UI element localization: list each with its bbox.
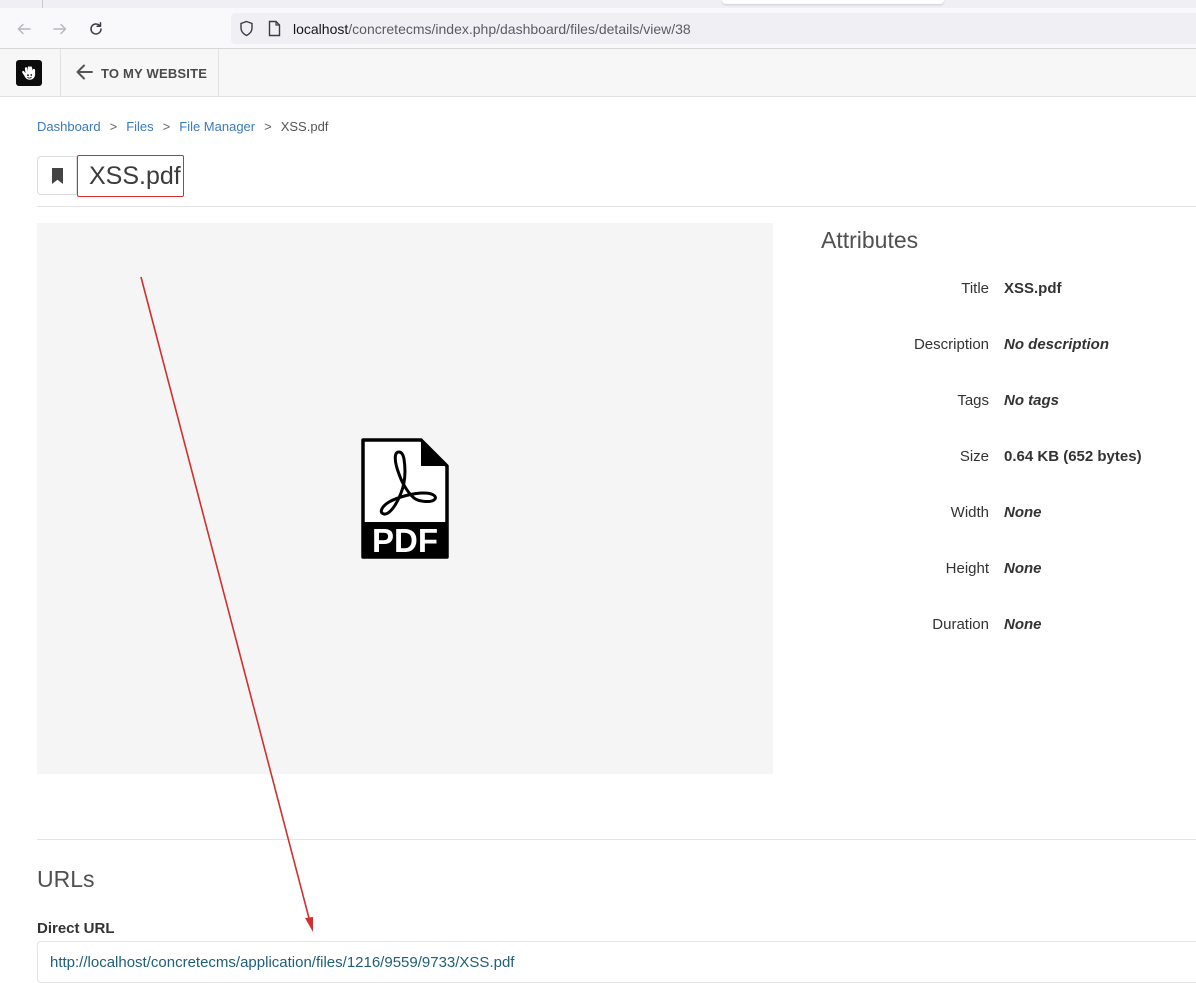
divider: [37, 206, 1196, 207]
attr-value-size: 0.64 KB (652 bytes): [1004, 448, 1142, 465]
urls-heading: URLs: [37, 866, 95, 892]
attr-label-tags: Tags: [957, 392, 989, 409]
toolbar-divider: [218, 49, 219, 97]
breadcrumb-separator: >: [109, 119, 118, 134]
breadcrumb-current: XSS.pdf: [280, 119, 329, 134]
attributes-heading: Attributes: [821, 227, 919, 253]
arrow-right-icon: [53, 23, 67, 35]
url-host: localhost: [293, 21, 349, 37]
page-info-icon[interactable]: [267, 20, 282, 42]
breadcrumb-files[interactable]: Files: [126, 119, 153, 134]
tab-strip: [0, 0, 1196, 8]
bookmark-button[interactable]: [37, 156, 77, 195]
arrow-left-icon: [17, 23, 31, 35]
breadcrumb-file-manager[interactable]: File Manager: [179, 119, 255, 134]
attr-label-size: Size: [959, 448, 989, 465]
attr-value-title: XSS.pdf: [1004, 280, 1062, 297]
attr-value-width: None: [1004, 504, 1042, 521]
concrete-logo-icon[interactable]: [16, 60, 42, 86]
tab-separator: [42, 0, 43, 8]
pdf-file-icon: PDF: [361, 438, 449, 564]
browser-reload-button[interactable]: [81, 14, 111, 44]
reload-icon: [90, 22, 102, 35]
divider: [37, 839, 1196, 840]
attr-value-height: None: [1004, 560, 1042, 577]
url-text[interactable]: localhost/concretecms/index.php/dashboar…: [293, 21, 691, 37]
browser-back-button[interactable]: [9, 14, 39, 44]
breadcrumb: Dashboard > Files > File Manager > XSS.pdf: [37, 119, 328, 134]
url-path: /concretecms/index.php/dashboard/files/d…: [348, 21, 691, 37]
browser-forward-button[interactable]: [45, 14, 75, 44]
attr-label-width: Width: [950, 504, 989, 521]
toolbar-divider: [60, 49, 61, 97]
arrow-left-icon[interactable]: [75, 63, 94, 86]
attr-value-description[interactable]: No description: [1004, 336, 1109, 353]
active-tab[interactable]: [722, 0, 944, 4]
breadcrumb-dashboard[interactable]: Dashboard: [37, 119, 101, 134]
attr-label-duration: Duration: [932, 616, 989, 633]
attr-label-height: Height: [945, 560, 989, 577]
attr-label-description: Description: [913, 336, 989, 353]
direct-url-label: Direct URL: [37, 920, 115, 937]
direct-url-link[interactable]: http://localhost/concretecms/application…: [50, 954, 514, 971]
breadcrumb-separator: >: [162, 119, 171, 134]
attr-value-tags[interactable]: No tags: [1004, 392, 1059, 409]
page-title: XSS.pdf: [89, 162, 181, 190]
shield-icon[interactable]: [238, 20, 255, 42]
to-my-website-link[interactable]: TO MY WEBSITE: [101, 66, 207, 81]
attr-value-duration: None: [1004, 616, 1042, 633]
bookmark-icon: [51, 167, 63, 184]
breadcrumb-separator: >: [264, 119, 272, 134]
pdf-icon-label: PDF: [372, 522, 438, 559]
attr-label-title: Title: [961, 280, 989, 297]
